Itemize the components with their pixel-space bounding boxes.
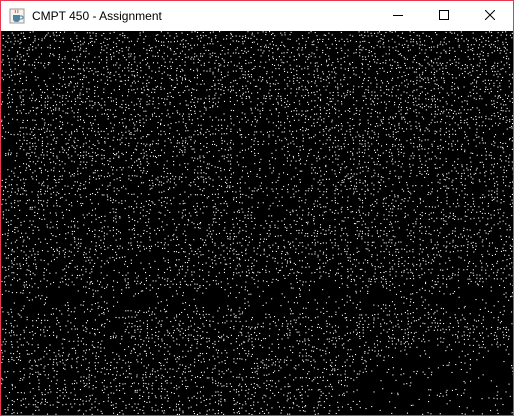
stippled-image-canvas[interactable] (1, 31, 513, 415)
window-title: CMPT 450 - Assignment (32, 9, 162, 23)
maximize-button[interactable] (421, 1, 467, 31)
maximize-icon (439, 7, 449, 25)
title-bar[interactable]: CMPT 450 - Assignment (1, 1, 513, 31)
minimize-button[interactable] (375, 1, 421, 31)
dithered-photo (1, 31, 513, 415)
java-coffee-cup-icon (9, 8, 25, 24)
minimize-icon (393, 7, 403, 25)
app-window: CMPT 450 - Assignment (0, 0, 514, 416)
close-icon (484, 7, 496, 25)
close-button[interactable] (467, 1, 513, 31)
